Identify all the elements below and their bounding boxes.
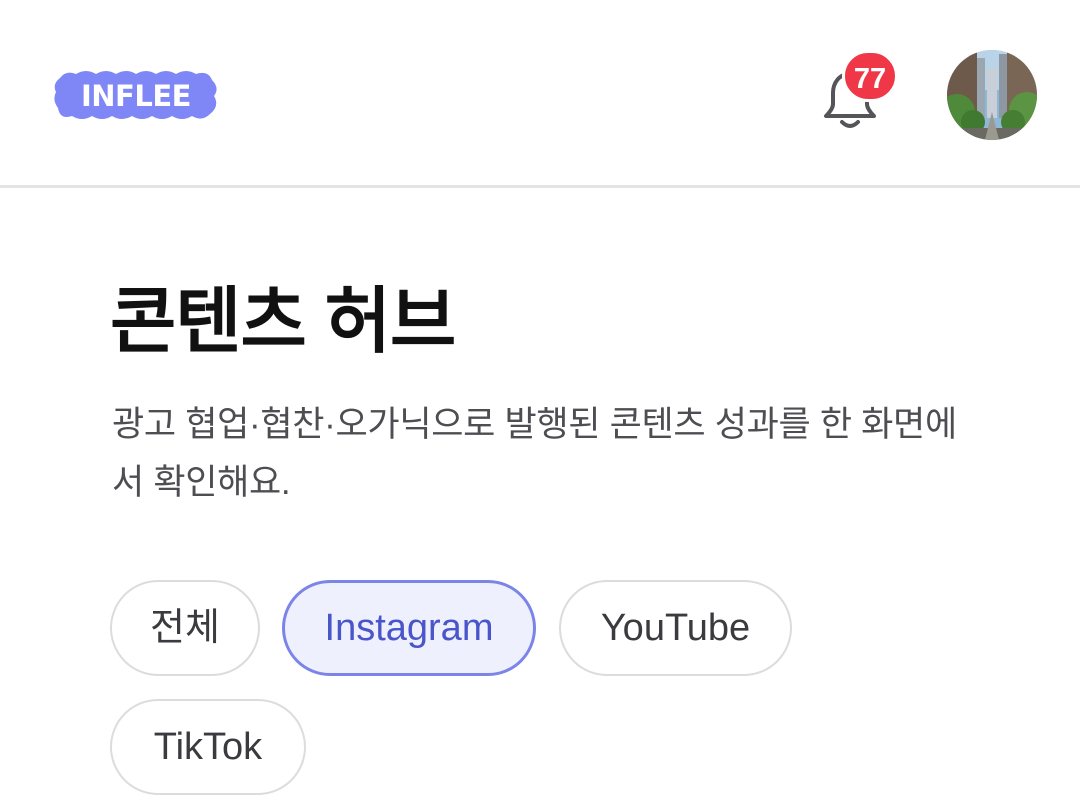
filter-chip-tiktok[interactable]: TikTok [110, 699, 306, 795]
top-header: INFLEE 77 [0, 0, 1080, 188]
avatar-photo [947, 50, 1037, 140]
page-description: 광고 협업·협찬·오가닉으로 발행된 콘텐츠 성과를 한 화면에서 확인해요. [112, 405, 957, 502]
filter-chip-instagram[interactable]: Instagram [282, 580, 536, 676]
filter-chip-youtube[interactable]: YouTube [559, 580, 792, 676]
filter-chip-all[interactable]: 전체 [110, 580, 260, 676]
notification-button[interactable]: 77 [812, 50, 908, 140]
notification-count-badge: 77 [842, 50, 898, 102]
inflee-logo[interactable]: INFLEE [52, 64, 220, 126]
profile-avatar[interactable] [947, 50, 1037, 140]
page-title: 콘텐츠 허브 [110, 282, 456, 362]
logo-text: INFLEE [81, 79, 191, 113]
logo-badge: INFLEE [54, 71, 217, 119]
